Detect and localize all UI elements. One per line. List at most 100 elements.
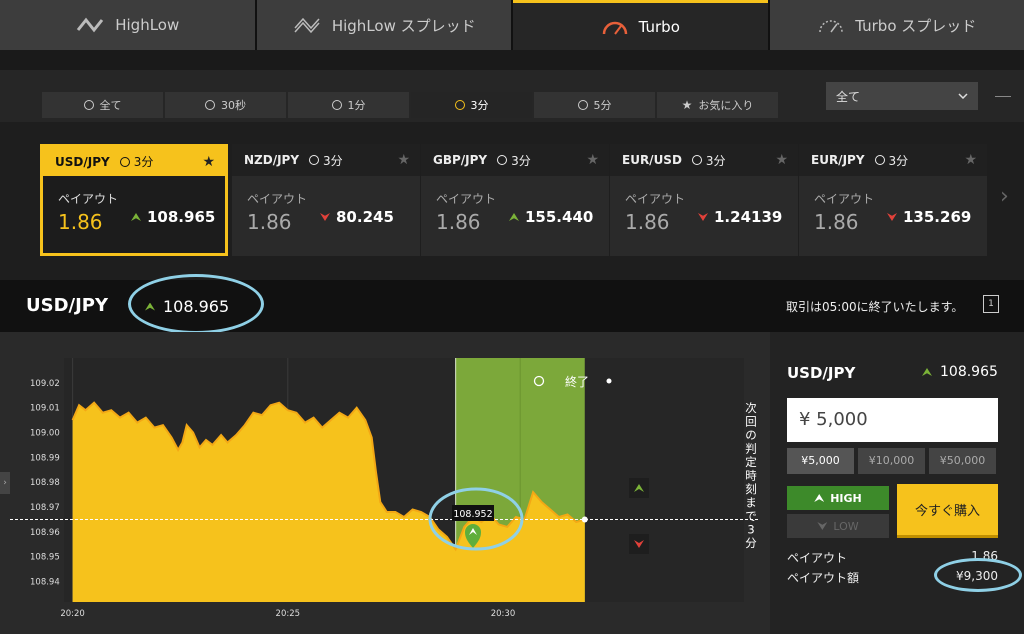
asset-card-eurusd[interactable]: EUR/USD 3分 ★ ペイアウト 1.86 1.24139 bbox=[610, 144, 798, 256]
highlight-oval bbox=[934, 558, 1022, 592]
card-duration-label: 3分 bbox=[323, 153, 343, 168]
buy-now-button[interactable]: 今すぐ購入 bbox=[897, 484, 998, 538]
highlow-spread-logo-icon bbox=[294, 17, 320, 34]
card-duration: 3分 bbox=[874, 152, 909, 169]
highlight-oval bbox=[128, 274, 264, 334]
duration-tab-label: 1分 bbox=[347, 99, 366, 112]
card-body: ペイアウト 1.86 80.245 bbox=[232, 176, 420, 254]
minimize-icon[interactable] bbox=[995, 96, 1011, 97]
y-tick-label: 108.94 bbox=[30, 578, 60, 588]
asset-card-gbpjpy[interactable]: GBP/JPY 3分 ★ ペイアウト 1.86 155.440 bbox=[421, 144, 609, 256]
y-tick-label: 108.99 bbox=[30, 453, 60, 463]
duration-tab-30s[interactable]: 30秒 bbox=[165, 92, 286, 118]
expand-chart-label: 1 bbox=[988, 299, 994, 309]
investment-amount-input[interactable]: ¥ 5,000 bbox=[787, 398, 998, 442]
chevron-right-icon[interactable]: › bbox=[1000, 184, 1009, 209]
amount-presets: ¥5,000 ¥10,000 ¥50,000 bbox=[787, 448, 996, 474]
payout-amount-label: ペイアウト額 bbox=[787, 571, 860, 585]
clock-icon bbox=[874, 155, 885, 165]
card-payout-label: ペイアウト bbox=[436, 192, 497, 206]
trade-pair: USD/JPY bbox=[787, 364, 856, 382]
chevron-right-icon[interactable]: › bbox=[0, 472, 10, 494]
clock-icon bbox=[205, 100, 215, 110]
tab-turbo-spread-label: Turbo スプレッド bbox=[855, 16, 977, 35]
card-header: EUR/USD 3分 ★ bbox=[610, 144, 798, 176]
x-axis-ticks: 20:20 20:25 20:30 bbox=[60, 609, 515, 619]
countdown-char: ま bbox=[745, 496, 757, 510]
amount-preset-button[interactable]: ¥10,000 bbox=[858, 448, 925, 474]
asset-card-usdjpy[interactable]: USD/JPY 3分 ★ ペイアウト 1.86 108.965 bbox=[40, 144, 228, 256]
asset-filter-select[interactable]: 全て bbox=[826, 82, 978, 110]
star-icon: ★ bbox=[681, 98, 693, 112]
card-duration: 3分 bbox=[119, 153, 154, 170]
y-tick-label: 108.95 bbox=[30, 553, 60, 563]
clock-icon bbox=[119, 156, 130, 167]
y-axis-ticks: 109.02 109.01 109.00 108.99 108.98 108.97 108.… bbox=[30, 379, 60, 588]
header-spacer bbox=[0, 50, 1024, 70]
card-body: ペイアウト 1.86 135.269 bbox=[799, 176, 987, 254]
tab-turbo-spread[interactable]: Turbo スプレッド bbox=[769, 0, 1024, 50]
asset-filter-value: 全て bbox=[836, 89, 861, 104]
card-body: ペイアウト 1.86 108.965 bbox=[43, 176, 225, 254]
product-tabs: HighLow HighLow スプレッド Turbo Turbo スプレッド bbox=[0, 0, 1024, 50]
card-rate-value: 135.269 bbox=[903, 208, 972, 226]
card-pair: USD/JPY bbox=[55, 154, 110, 169]
amount-preset-button[interactable]: ¥50,000 bbox=[929, 448, 996, 474]
favorite-star-icon[interactable]: ★ bbox=[202, 154, 215, 170]
card-payout-label: ペイアウト bbox=[814, 192, 875, 206]
x-tick-label: 20:30 bbox=[491, 609, 516, 619]
favorite-star-icon[interactable]: ★ bbox=[397, 152, 410, 168]
asset-card-eurjpy[interactable]: EUR/JPY 3分 ★ ペイアウト 1.86 135.269 bbox=[799, 144, 987, 256]
favorite-star-icon[interactable]: ★ bbox=[964, 152, 977, 168]
high-button[interactable]: HIGH bbox=[787, 486, 889, 510]
filter-row: 全て 30秒 1分 3分 5分 ★ お気に入り 全て bbox=[0, 70, 1024, 122]
entry-marker-label: 108.952 bbox=[453, 509, 492, 520]
arrow-up-icon bbox=[131, 213, 141, 221]
current-level-dot bbox=[581, 516, 588, 523]
card-payout-label: ペイアウト bbox=[625, 192, 686, 206]
card-duration-label: 3分 bbox=[133, 155, 154, 169]
duration-tab-5m[interactable]: 5分 bbox=[534, 92, 655, 118]
countdown-char: 定 bbox=[745, 455, 757, 469]
card-duration: 3分 bbox=[497, 152, 531, 169]
duration-tab-favorites[interactable]: ★ お気に入り bbox=[657, 92, 778, 118]
x-tick-label: 20:20 bbox=[60, 609, 85, 619]
duration-tab-3m[interactable]: 3分 bbox=[411, 92, 532, 118]
card-rate: 155.440 bbox=[509, 208, 593, 226]
tab-turbo[interactable]: Turbo bbox=[513, 0, 768, 50]
trade-rate-value: 108.965 bbox=[940, 364, 998, 380]
favorite-star-icon[interactable]: ★ bbox=[586, 152, 599, 168]
amount-preset-button[interactable]: ¥5,000 bbox=[787, 448, 854, 474]
card-rate: 135.269 bbox=[887, 208, 971, 226]
card-payout-value: 1.86 bbox=[247, 210, 292, 234]
arrow-up-icon bbox=[509, 213, 519, 221]
card-pair: NZD/JPY bbox=[244, 153, 300, 167]
card-duration-label: 3分 bbox=[705, 153, 726, 168]
duration-tab-all[interactable]: 全て bbox=[42, 92, 163, 118]
card-pair: GBP/JPY bbox=[433, 153, 488, 167]
duration-tab-label: 全て bbox=[99, 99, 122, 112]
asset-card-nzdjpy[interactable]: NZD/JPY 3分 ★ ペイアウト 1.86 80.245 bbox=[232, 144, 420, 256]
clock-icon bbox=[691, 155, 702, 165]
low-button[interactable]: LOW bbox=[787, 514, 889, 538]
expand-chart-icon[interactable]: 1 bbox=[983, 295, 999, 313]
price-chart-svg: 109.02 109.01 109.00 108.99 108.98 108.97 108.… bbox=[10, 358, 760, 619]
expiry-end-dot bbox=[606, 378, 612, 384]
high-indicator bbox=[629, 478, 649, 498]
countdown-char: 判 bbox=[745, 442, 757, 456]
card-payout-value: 1.86 bbox=[625, 210, 670, 234]
clock-icon bbox=[331, 100, 342, 110]
arrow-down-icon bbox=[817, 522, 828, 530]
tab-highlow[interactable]: HighLow bbox=[0, 0, 255, 50]
card-duration-label: 3分 bbox=[888, 153, 909, 168]
high-button-label: HIGH bbox=[830, 491, 862, 505]
card-rate-value: 108.965 bbox=[147, 208, 216, 226]
card-payout-value: 1.86 bbox=[58, 210, 103, 234]
tab-highlow-spread[interactable]: HighLow スプレッド bbox=[256, 0, 511, 50]
card-rate-value: 1.24139 bbox=[714, 208, 783, 226]
duration-tab-1m[interactable]: 1分 bbox=[288, 92, 409, 118]
y-tick-label: 108.98 bbox=[30, 478, 60, 488]
turbo-spread-gauge-icon bbox=[819, 20, 843, 33]
favorite-star-icon[interactable]: ★ bbox=[775, 152, 788, 168]
y-tick-label: 108.97 bbox=[30, 503, 60, 513]
